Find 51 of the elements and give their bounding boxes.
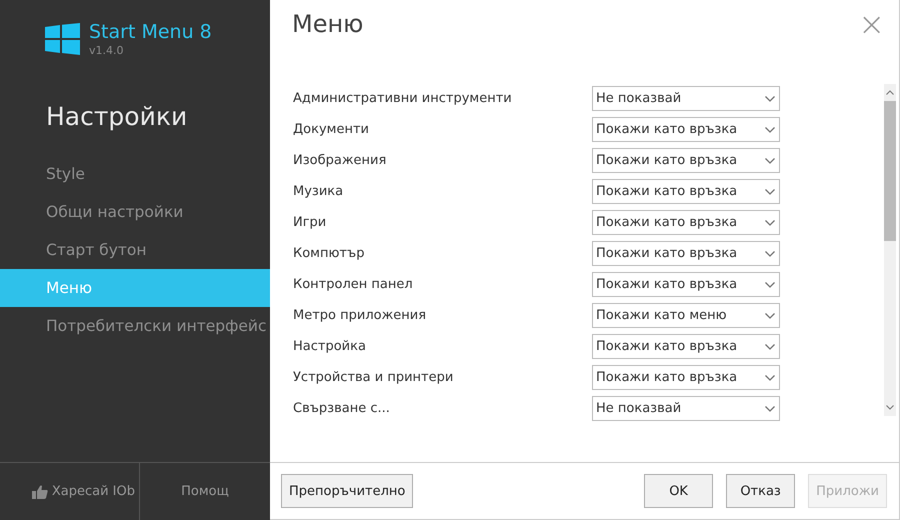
windows-logo-icon: [45, 23, 80, 55]
thumbs-up-icon: [32, 484, 48, 498]
sidebar-item[interactable]: Общи настройки: [0, 193, 270, 231]
setting-label: Игри: [293, 215, 328, 230]
dropdown[interactable]: Покажи като връзка: [592, 365, 780, 390]
setting-label: Устройства и принтери: [293, 370, 454, 385]
dialog-button[interactable]: OK: [644, 474, 714, 508]
dialog-button[interactable]: Отказ: [726, 474, 796, 508]
help-button[interactable]: Помощ: [140, 463, 270, 520]
chevron-down-icon: [765, 250, 775, 256]
page-title: Меню: [292, 10, 364, 38]
setting-label: Административни инструменти: [293, 91, 513, 106]
dropdown[interactable]: Не показвай: [592, 396, 780, 421]
dropdown[interactable]: Покажи като връзка: [592, 117, 780, 142]
setting-label: Документи: [293, 122, 370, 137]
chevron-down-icon: [765, 220, 775, 226]
setting-label: Музика: [293, 184, 344, 199]
dropdown[interactable]: Покажи като връзка: [592, 148, 780, 173]
sidebar-item[interactable]: Старт бутон: [0, 231, 270, 269]
chevron-down-icon: [765, 188, 775, 194]
dropdown[interactable]: Покажи като връзка: [592, 210, 780, 235]
chevron-down-icon: [765, 126, 775, 132]
chevron-down-icon: [765, 374, 775, 380]
chevron-down-icon: [765, 312, 775, 318]
sidebar-heading: Настройки: [46, 102, 188, 131]
dropdown[interactable]: Покажи като връзка: [592, 241, 780, 266]
setting-label: Компютър: [293, 246, 366, 261]
setting-label: Настройка: [293, 339, 367, 354]
dropdown[interactable]: Не показвай: [592, 86, 780, 111]
scroll-up-icon: [886, 90, 894, 95]
recommended-button[interactable]: Препоръчително: [281, 474, 414, 508]
dropdown[interactable]: Покажи като връзка: [592, 272, 780, 297]
chevron-down-icon: [765, 406, 775, 412]
chevron-down-icon: [765, 344, 775, 350]
app-version: v1.4.0: [89, 44, 124, 57]
sidebar-item[interactable]: Потребителски интерфейс: [0, 307, 270, 345]
chevron-down-icon: [765, 158, 775, 164]
scrollbar[interactable]: [884, 84, 896, 416]
scroll-down-icon: [886, 405, 894, 410]
chevron-down-icon: [765, 96, 775, 102]
setting-label: Контролен панел: [293, 277, 414, 292]
chevron-down-icon: [765, 282, 775, 288]
setting-label: Изображения: [293, 153, 388, 168]
sidebar-item[interactable]: Style: [0, 155, 270, 193]
app-name: Start Menu 8: [89, 22, 212, 42]
setting-label: Метро приложения: [293, 308, 428, 323]
dropdown[interactable]: Покажи като връзка: [592, 334, 780, 359]
dropdown[interactable]: Покажи като меню: [592, 303, 780, 328]
setting-label: Свързване с...: [293, 401, 391, 416]
like-button[interactable]: Харесай IOb: [0, 463, 140, 520]
dropdown[interactable]: Покажи като връзка: [592, 179, 780, 204]
